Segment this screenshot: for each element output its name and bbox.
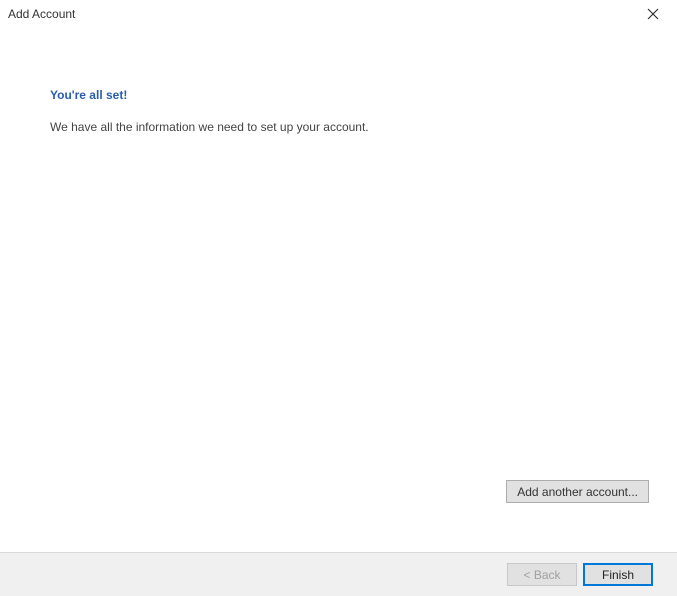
content-area: You're all set! We have all the informat… (0, 28, 677, 134)
close-button[interactable] (637, 2, 669, 26)
close-icon (647, 8, 659, 20)
success-subtext: We have all the information we need to s… (50, 120, 627, 134)
footer-bar: < Back Finish (0, 552, 677, 596)
back-button: < Back (507, 563, 577, 586)
add-another-wrap: Add another account... (506, 480, 649, 503)
window-title: Add Account (8, 7, 75, 21)
title-bar: Add Account (0, 0, 677, 28)
add-another-account-button[interactable]: Add another account... (506, 480, 649, 503)
finish-button[interactable]: Finish (583, 563, 653, 586)
success-heading: You're all set! (50, 88, 627, 102)
